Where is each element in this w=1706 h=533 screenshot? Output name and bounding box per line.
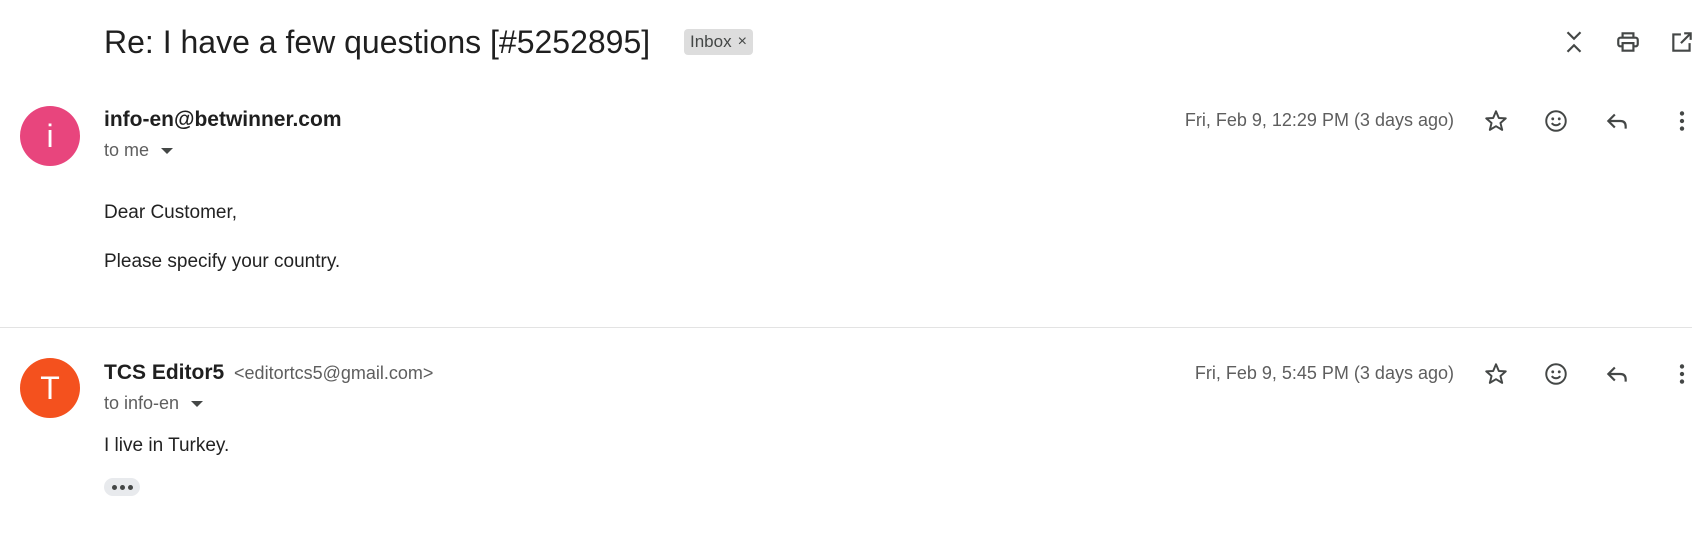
recipient-details-toggle[interactable]: to me — [104, 140, 174, 161]
recipient-details-toggle[interactable]: to info-en — [104, 393, 204, 414]
open-in-new-window-icon — [1672, 32, 1692, 52]
message-body-line: Dear Customer, — [104, 202, 238, 223]
reply-icon — [1606, 366, 1627, 382]
chevron-down-icon — [191, 400, 204, 407]
message-timestamp: Fri, Feb 9, 12:29 PM (3 days ago) — [1184, 110, 1454, 130]
ellipsis-dot — [119, 484, 125, 490]
star-button[interactable] — [1476, 101, 1516, 141]
message-divider — [0, 327, 1692, 328]
reply-button[interactable] — [1597, 354, 1637, 394]
thread-subject: Re: I have a few questions [#5252895] — [104, 24, 651, 60]
sender-display-name[interactable]: info-en@betwinner.com — [104, 108, 342, 131]
star-icon — [1485, 110, 1507, 131]
reply-icon — [1606, 113, 1627, 129]
show-trimmed-content-button[interactable] — [104, 478, 140, 496]
star-button[interactable] — [1476, 354, 1516, 394]
inbox-label-chip[interactable]: Inbox × — [684, 29, 753, 55]
chevron-down-icon — [161, 147, 174, 154]
reply-button[interactable] — [1597, 101, 1637, 141]
message-timestamp: Fri, Feb 9, 5:45 PM (3 days ago) — [1194, 363, 1454, 383]
more-options-button[interactable] — [1662, 354, 1702, 394]
remove-label-icon[interactable]: × — [738, 29, 747, 55]
add-reaction-button[interactable] — [1536, 101, 1576, 141]
open-new-window-button[interactable] — [1662, 22, 1702, 62]
ellipsis-dot — [127, 484, 133, 490]
recipient-text: to info-en — [104, 393, 180, 413]
collapse-all-icon — [1566, 31, 1582, 53]
collapse-all-button[interactable] — [1554, 22, 1594, 62]
emoji-reaction-icon — [1545, 363, 1567, 385]
email-thread-view: Re: I have a few questions [#5252895] In… — [0, 0, 1706, 533]
sender-email-address: <editortcs5@gmail.com> — [234, 363, 434, 383]
emoji-reaction-icon — [1545, 110, 1567, 132]
message-body-line: Please specify your country. — [104, 251, 341, 272]
more-vert-icon — [1679, 111, 1685, 131]
message-body-line: I live in Turkey. — [104, 435, 230, 456]
sender-name[interactable]: info-en@betwinner.com — [104, 108, 342, 132]
add-reaction-button[interactable] — [1536, 354, 1576, 394]
print-all-button[interactable] — [1608, 22, 1648, 62]
star-icon — [1485, 363, 1507, 384]
more-vert-icon — [1679, 364, 1685, 384]
sender-avatar[interactable]: T — [20, 358, 80, 418]
more-options-button[interactable] — [1662, 101, 1702, 141]
sender-name[interactable]: TCS Editor5 <editortcs5@gmail.com> — [104, 361, 433, 385]
recipient-text: to me — [104, 140, 150, 160]
inbox-label-text: Inbox — [690, 32, 732, 51]
ellipsis-dot — [111, 484, 117, 490]
sender-display-name[interactable]: TCS Editor5 — [104, 361, 224, 384]
print-icon — [1617, 32, 1639, 52]
sender-avatar[interactable]: i — [20, 106, 80, 166]
